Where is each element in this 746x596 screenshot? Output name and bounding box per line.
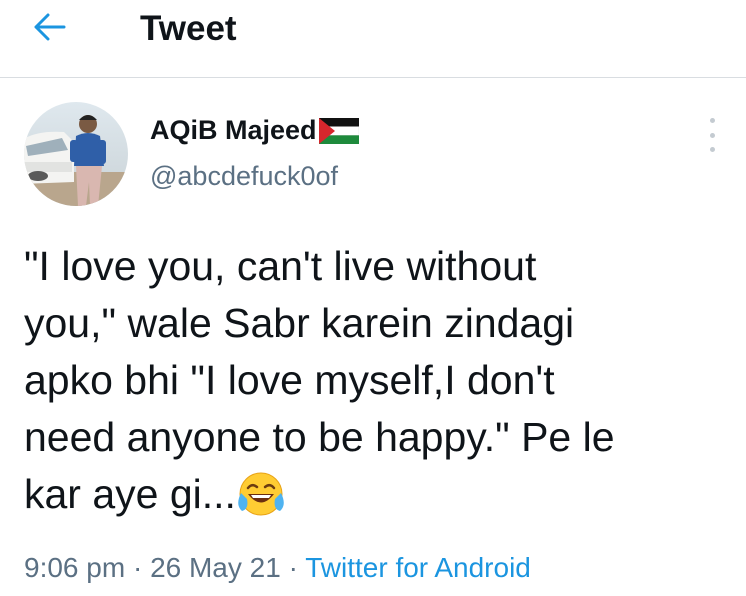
tweet-source-link[interactable]: Twitter for Android: [305, 552, 531, 583]
more-dot-icon: [709, 147, 715, 152]
back-button[interactable]: [30, 12, 70, 46]
arrow-left-icon: [34, 13, 66, 46]
more-dot-icon: [709, 132, 715, 138]
author-handle[interactable]: @abcdefuck0of: [150, 160, 338, 192]
tweet-body: "I love you, can't live without you," wa…: [24, 238, 740, 532]
author-display-name[interactable]: AQiB Majeed: [150, 114, 359, 146]
tweet-text: "I love you, can't live without you," wa…: [24, 243, 615, 517]
tweet-time[interactable]: 9:06 pm: [24, 552, 125, 583]
tears-of-joy-emoji-icon: [238, 471, 284, 532]
author-name-text: AQiB Majeed: [150, 115, 317, 145]
more-options-button[interactable]: [700, 118, 724, 152]
separator-dot: ·: [125, 552, 151, 583]
tweet-date[interactable]: 26 May 21: [150, 552, 281, 583]
top-bar: Tweet: [0, 0, 746, 78]
tweet-metadata: 9:06 pm · 26 May 21 · Twitter for Androi…: [24, 551, 531, 585]
page-title: Tweet: [140, 9, 237, 48]
separator-dot: ·: [280, 552, 306, 583]
palestine-flag-icon: [318, 118, 359, 144]
avatar[interactable]: [24, 102, 128, 206]
more-dot-icon: [709, 118, 715, 123]
